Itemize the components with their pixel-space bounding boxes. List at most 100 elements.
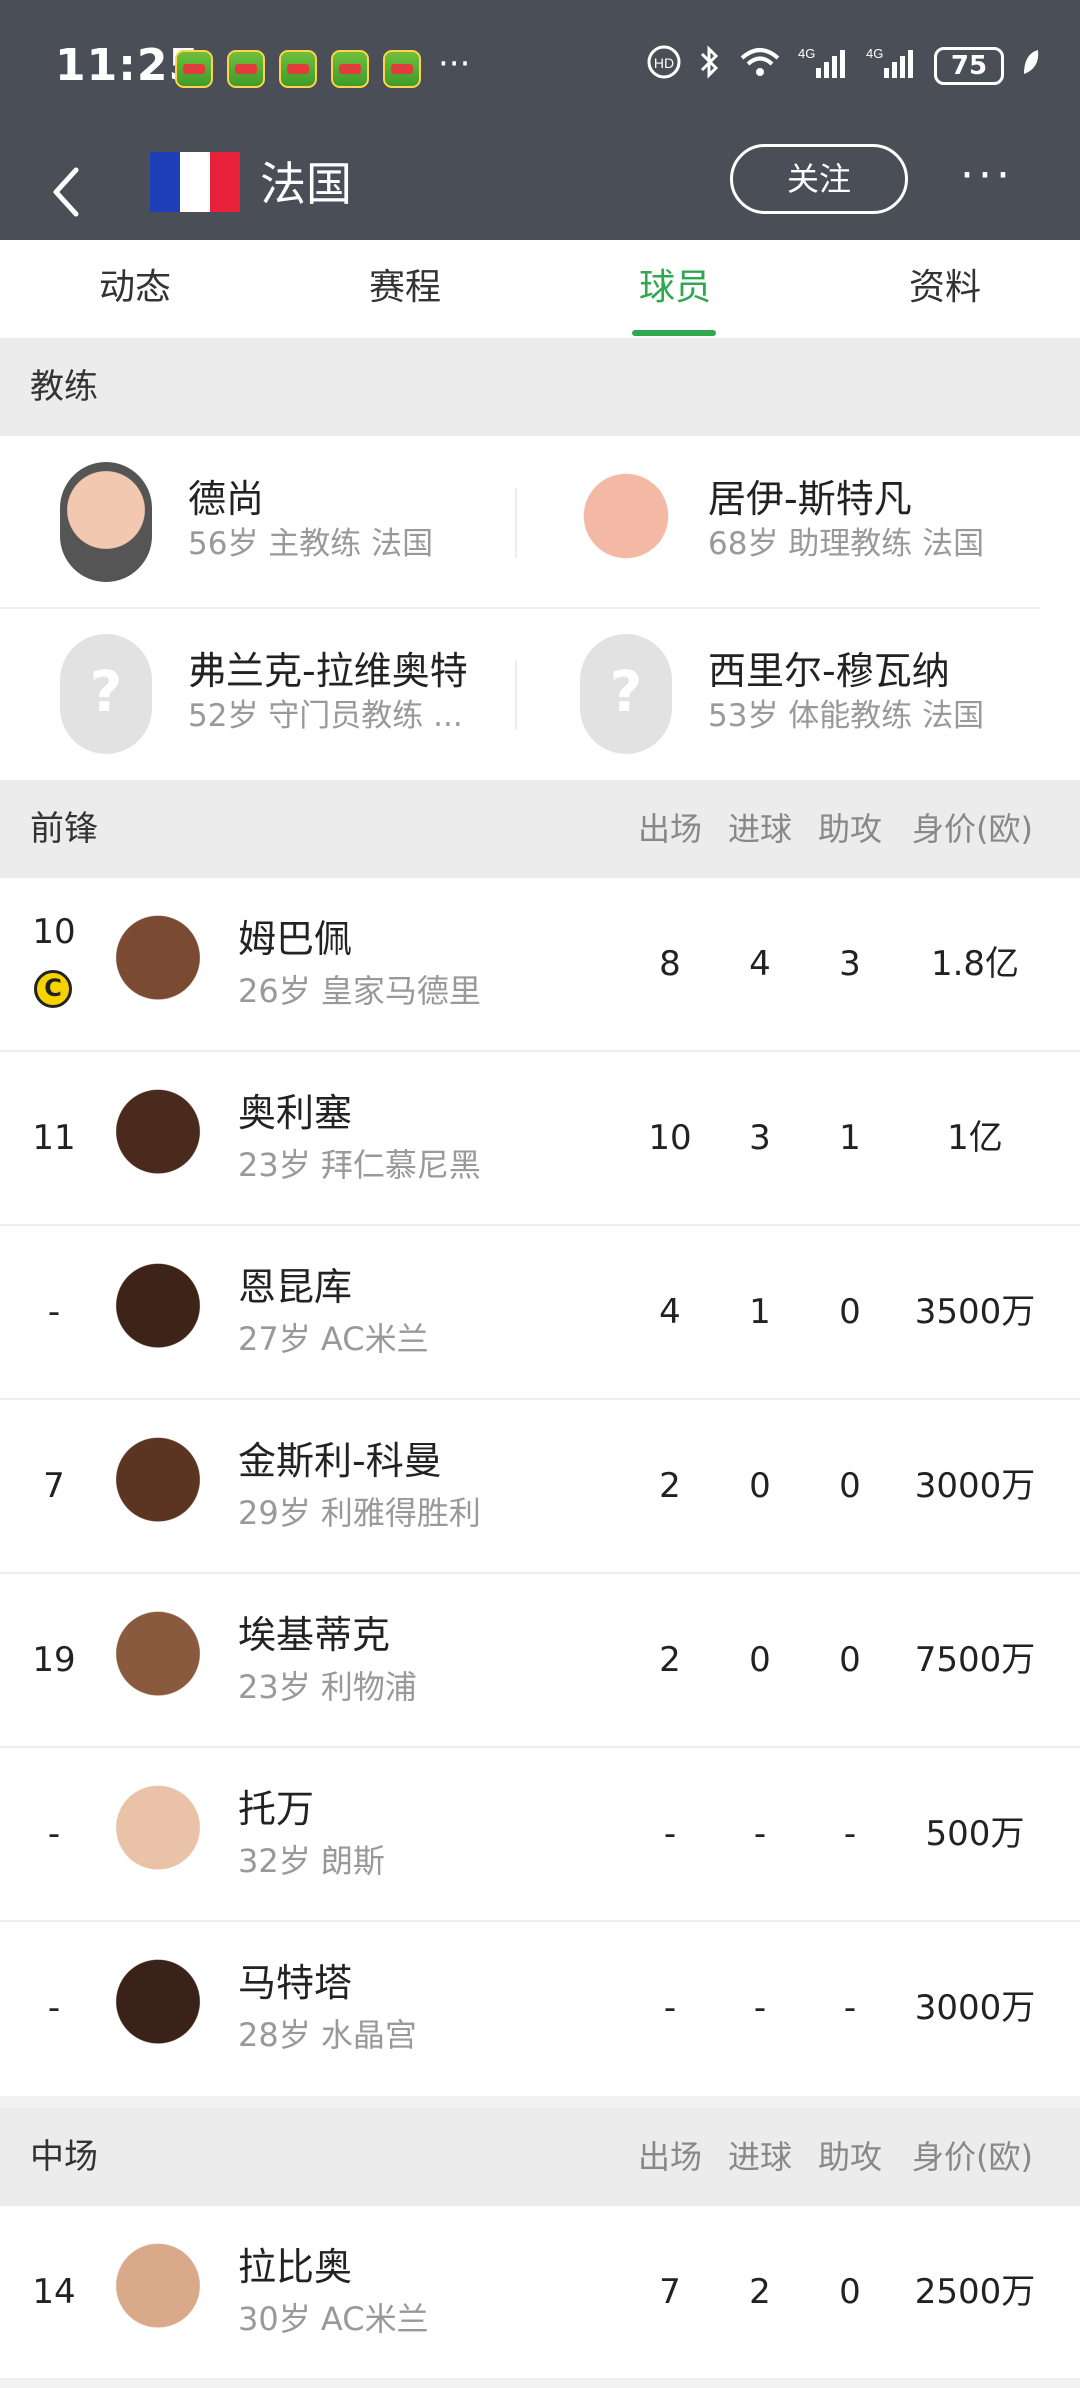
divider (515, 660, 517, 730)
coach-section-header: 教练 (0, 338, 1080, 436)
app-notification-icon (331, 50, 369, 88)
coach-name: 居伊-斯特凡 (708, 477, 912, 521)
tab-bar: 动态 赛程 球员 资料 (0, 240, 1080, 340)
system-icons: HD 4G 4G 75 (646, 44, 1042, 87)
goals-value: 1 (749, 1292, 771, 1332)
player-row[interactable]: 14 拉比奥 30岁 AC米兰 7 2 0 2500万 (0, 2206, 1080, 2380)
goals-value: 3 (749, 1118, 771, 1158)
shirt-number: - (47, 1292, 61, 1332)
svg-text:HD: HD (654, 55, 674, 71)
coach-card[interactable]: 居伊-斯特凡 68岁 助理教练 法国 (520, 436, 1040, 608)
apps-value: 4 (659, 1292, 681, 1332)
bluetooth-icon (698, 44, 722, 87)
column-apps: 出场 (638, 2138, 703, 2176)
player-row[interactable]: 19 埃基蒂克 23岁 利物浦 2 0 0 7500万 (0, 1574, 1080, 1748)
follow-button[interactable]: 关注 (730, 144, 908, 214)
player-avatar (108, 1074, 208, 1202)
assists-value: 0 (839, 1466, 861, 1506)
shirt-number: 14 (32, 2272, 76, 2312)
player-avatar (108, 1770, 208, 1898)
shirt-number: 11 (32, 1118, 76, 1158)
player-name: 金斯利-科曼 (238, 1439, 442, 1483)
shirt-number: 10 (32, 912, 76, 952)
player-name: 马特塔 (238, 1961, 353, 2005)
apps-value: - (663, 1814, 677, 1854)
market-value: 3000万 (914, 1466, 1036, 1506)
player-detail: 23岁 拜仁慕尼黑 (238, 1146, 481, 1184)
coach-card[interactable]: 德尚 56岁 主教练 法国 (0, 436, 520, 608)
page-title: 法国 (260, 157, 352, 211)
shirt-number: 19 (32, 1640, 76, 1680)
player-detail: 30岁 AC米兰 (238, 2300, 429, 2338)
signal-4g-icon: 4G (866, 44, 918, 87)
tab-info[interactable]: 资料 (810, 240, 1080, 340)
market-value: 3000万 (914, 1988, 1036, 2028)
player-row[interactable]: 10 C 姆巴佩 26岁 皇家马德里 8 4 3 1.8亿 (0, 878, 1080, 1052)
player-avatar (108, 1248, 208, 1376)
column-assists: 助攻 (818, 2138, 883, 2176)
tab-players[interactable]: 球员 (540, 240, 810, 340)
column-goals: 进球 (728, 2138, 793, 2176)
divider (515, 488, 517, 558)
player-row[interactable]: 11 奥利塞 23岁 拜仁慕尼黑 10 3 1 1亿 (0, 1052, 1080, 1226)
leaf-icon (1020, 44, 1042, 87)
player-avatar (108, 1944, 208, 2072)
player-name: 恩昆库 (238, 1265, 353, 1309)
section-title: 教练 (30, 367, 98, 407)
player-row[interactable]: - 马特塔 28岁 水晶宫 - - - 3000万 (0, 1922, 1080, 2096)
apps-value: 10 (648, 1118, 692, 1158)
coach-card[interactable]: 西里尔-穆瓦纳 53岁 体能教练 法国 (520, 608, 1040, 780)
assists-value: 0 (839, 1640, 861, 1680)
tab-schedule[interactable]: 赛程 (270, 240, 540, 340)
hd-call-icon: HD (646, 44, 682, 87)
player-detail: 28岁 水晶宫 (238, 2016, 417, 2054)
midfielders-section-header: 中场 出场 进球 助攻 身价(欧) (0, 2108, 1080, 2206)
tab-news[interactable]: 动态 (0, 240, 270, 340)
apps-value: - (663, 1988, 677, 2028)
placeholder-avatar-icon (60, 634, 152, 754)
coach-name: 德尚 (188, 477, 265, 521)
player-avatar (108, 2228, 208, 2356)
goals-value: 2 (749, 2272, 771, 2312)
coach-detail: 52岁 守门员教练 ... (188, 698, 463, 734)
battery-icon: 75 (934, 46, 1004, 85)
goals-value: 0 (749, 1640, 771, 1680)
market-value: 500万 (925, 1814, 1025, 1854)
app-notification-icon (383, 50, 421, 88)
player-row[interactable]: - 托万 32岁 朗斯 - - - 500万 (0, 1748, 1080, 1922)
shirt-number: 7 (43, 1466, 65, 1506)
player-avatar (108, 1422, 208, 1550)
player-name: 拉比奥 (238, 2245, 353, 2289)
app-notification-icon (175, 50, 213, 88)
active-tab-indicator (632, 330, 716, 336)
market-value: 1.8亿 (930, 944, 1020, 984)
market-value: 7500万 (914, 1640, 1036, 1680)
svg-text:4G: 4G (866, 46, 883, 61)
signal-4g-icon: 4G (798, 44, 850, 87)
coach-card[interactable]: 弗兰克-拉维奥特 52岁 守门员教练 ... (0, 608, 520, 780)
goals-value: - (753, 1814, 767, 1854)
coach-avatar (580, 462, 672, 582)
app-notification-icon (279, 50, 317, 88)
notification-icons (175, 50, 421, 88)
assists-value: - (843, 1988, 857, 2028)
more-options-button[interactable]: ··· (960, 150, 1014, 201)
player-avatar (108, 1596, 208, 1724)
shirt-number: - (47, 1988, 61, 2028)
back-arrow-icon (53, 167, 79, 217)
market-value: 3500万 (914, 1292, 1036, 1332)
column-apps: 出场 (638, 810, 703, 848)
nav-row: 法国 关注 ··· (0, 140, 1080, 240)
flag-white-stripe (180, 152, 210, 212)
apps-value: 7 (659, 2272, 681, 2312)
market-value: 2500万 (914, 2272, 1036, 2312)
coach-avatar (60, 462, 152, 582)
player-row[interactable]: 7 金斯利-科曼 29岁 利雅得胜利 2 0 0 3000万 (0, 1400, 1080, 1574)
player-row[interactable]: - 恩昆库 27岁 AC米兰 4 1 0 3500万 (0, 1226, 1080, 1400)
player-name: 奥利塞 (238, 1091, 353, 1135)
player-name: 托万 (238, 1787, 315, 1831)
forwards-section-header: 前锋 出场 进球 助攻 身价(欧) (0, 780, 1080, 878)
back-button[interactable] (48, 162, 88, 222)
apps-value: 2 (659, 1466, 681, 1506)
app-notification-icon (227, 50, 265, 88)
